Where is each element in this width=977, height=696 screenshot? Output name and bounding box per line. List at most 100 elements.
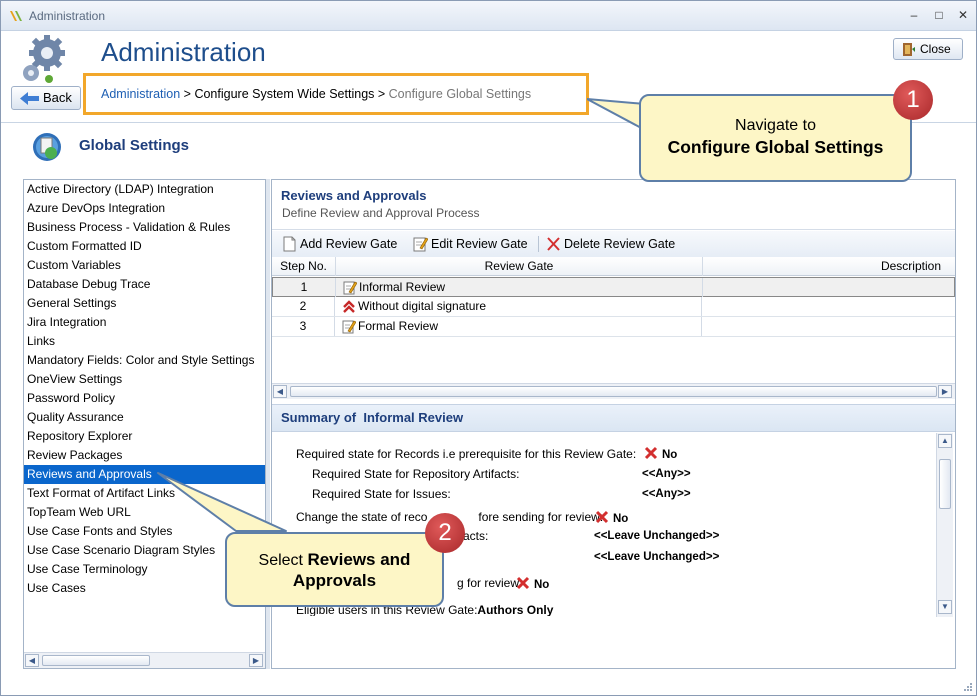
breadcrumb-link-administration[interactable]: Administration [101, 87, 180, 101]
column-header-step[interactable]: Step No. [272, 257, 336, 276]
settings-item-repository-explorer[interactable]: Repository Explorer [24, 427, 265, 446]
summary-artifacts-value: <<Leave Unchanged>> [594, 530, 720, 542]
callout-line-bold: Configure Global Settings [667, 137, 884, 157]
add-review-gate-label: Add Review Gate [300, 237, 398, 251]
back-arrow-icon [20, 92, 39, 105]
panel-header: Reviews and Approvals Define Review and … [272, 180, 955, 230]
column-header-review-gate[interactable]: Review Gate [336, 257, 703, 276]
gear-icon [23, 35, 65, 83]
new-document-icon [283, 236, 296, 252]
delete-review-gate-label: Delete Review Gate [564, 237, 676, 251]
table-row[interactable]: 1 Informal Review [272, 277, 955, 297]
summary-value-text: No [613, 513, 629, 525]
back-button[interactable]: Back [11, 86, 81, 110]
app-logo-icon [10, 11, 22, 21]
minimize-button[interactable]: – [904, 7, 924, 23]
settings-globe-icon [33, 133, 61, 161]
close-button-label: Close [920, 42, 951, 56]
delete-review-gate-button[interactable]: Delete Review Gate [546, 235, 675, 253]
settings-item-azure-devops[interactable]: Azure DevOps Integration [24, 199, 265, 218]
summary-label-part: fore sending for review: [478, 510, 604, 524]
scrollbar-thumb[interactable] [42, 655, 150, 666]
scroll-down-arrow-icon[interactable]: ▼ [938, 600, 952, 614]
callout-line: Navigate to [735, 117, 816, 134]
red-x-icon [595, 510, 609, 524]
maximize-button[interactable]: □ [929, 7, 949, 23]
summary-notify-value: No [516, 576, 549, 591]
callout-line: Select Reviews and [227, 550, 442, 570]
review-gate-name: Formal Review [358, 319, 439, 333]
summary-eligible-value: Authors Only [477, 603, 554, 616]
red-x-icon [516, 576, 530, 590]
window-title: Administration [29, 9, 106, 23]
review-gate-toolbar: Add Review Gate Edit Review Gate Delete … [272, 231, 955, 257]
cell-step: 3 [272, 317, 335, 336]
cell-review-gate: Informal Review [337, 278, 703, 297]
review-gate-name: Informal Review [359, 280, 446, 294]
settings-item-ldap[interactable]: Active Directory (LDAP) Integration [24, 180, 265, 199]
settings-item-review-packages[interactable]: Review Packages [24, 446, 265, 465]
add-review-gate-button[interactable]: Add Review Gate [282, 235, 397, 253]
administration-window: Administration – □ ✕ Administration Clos… [0, 0, 977, 696]
settings-item-general-settings[interactable]: General Settings [24, 294, 265, 313]
scrollbar-thumb[interactable] [290, 386, 937, 397]
settings-item-quality-assurance[interactable]: Quality Assurance [24, 408, 265, 427]
summary-repo-state-label: Required State for Repository Artifacts: [312, 467, 520, 481]
resize-grip-icon[interactable] [963, 682, 973, 692]
cell-step: 1 [273, 278, 336, 297]
callout-select: Select Reviews and Approvals [225, 532, 444, 607]
summary-gate-name: Informal Review [363, 410, 464, 425]
table-row[interactable]: 2 Without digital signature [272, 297, 955, 317]
settings-item-oneview[interactable]: OneView Settings [24, 370, 265, 389]
title-bar: Administration – □ ✕ [1, 1, 976, 31]
exit-door-icon [903, 43, 915, 56]
breadcrumb: Administration > Configure System Wide S… [83, 73, 589, 115]
edit-review-gate-button[interactable]: Edit Review Gate [413, 235, 528, 253]
summary-issues-value: <<Leave Unchanged>> [594, 551, 720, 563]
scrollbar-thumb[interactable] [939, 459, 951, 509]
summary-notify-label: g for review: [457, 576, 523, 590]
settings-item-business-process[interactable]: Business Process - Validation & Rules [24, 218, 265, 237]
section-title: Global Settings [79, 137, 190, 154]
settings-item-custom-formatted-id[interactable]: Custom Formatted ID [24, 237, 265, 256]
breadcrumb-link-system-wide-settings[interactable]: Configure System Wide Settings [194, 87, 374, 101]
settings-list-horizontal-scrollbar[interactable]: ◀ ▶ [24, 652, 265, 668]
scroll-right-arrow-icon[interactable]: ▶ [249, 654, 263, 667]
back-button-label: Back [43, 90, 72, 105]
settings-item-custom-variables[interactable]: Custom Variables [24, 256, 265, 275]
settings-item-password-policy[interactable]: Password Policy [24, 389, 265, 408]
step-badge-1: 1 [893, 80, 933, 120]
callout-line-bold: Approvals [292, 571, 377, 590]
window-close-button[interactable]: ✕ [953, 7, 973, 23]
scroll-left-arrow-icon[interactable]: ◀ [25, 654, 39, 667]
summary-required-state-label: Required state for Records i.e prerequis… [296, 447, 637, 461]
summary-change-state-value: No [595, 510, 628, 525]
callout-pointer [157, 472, 287, 532]
callout-pointer [587, 98, 646, 131]
page-title: Administration [101, 37, 266, 67]
scroll-up-arrow-icon[interactable]: ▲ [938, 434, 952, 448]
toolbar-separator [538, 236, 539, 252]
scroll-left-arrow-icon[interactable]: ◀ [273, 385, 287, 398]
table-row[interactable]: 3 Formal Review [272, 317, 955, 337]
settings-item-links[interactable]: Links [24, 332, 265, 351]
grid-horizontal-scrollbar[interactable]: ◀ ▶ [272, 383, 955, 399]
breadcrumb-separator: > [374, 87, 389, 101]
summary-prefix: Summary of [281, 410, 357, 425]
settings-item-database-debug-trace[interactable]: Database Debug Trace [24, 275, 265, 294]
cell-step: 2 [272, 297, 335, 316]
scroll-right-arrow-icon[interactable]: ▶ [938, 385, 952, 398]
step-badge-2: 2 [425, 513, 465, 553]
summary-header: Summary of Informal Review [272, 404, 955, 432]
summary-value-text: No [662, 449, 678, 461]
callout-text-bold: Reviews and [307, 550, 411, 569]
column-header-description[interactable]: Description [703, 257, 955, 276]
summary-issues-state-value: <<Any>> [642, 488, 691, 500]
panel-subtitle: Define Review and Approval Process [282, 206, 480, 220]
settings-item-jira-integration[interactable]: Jira Integration [24, 313, 265, 332]
edit-doc-icon [342, 320, 356, 334]
summary-vertical-scrollbar[interactable]: ▲ ▼ [936, 433, 953, 617]
close-button[interactable]: Close [893, 38, 963, 60]
settings-item-mandatory-fields[interactable]: Mandatory Fields: Color and Style Settin… [24, 351, 265, 370]
summary-required-state-value: No [644, 446, 677, 461]
